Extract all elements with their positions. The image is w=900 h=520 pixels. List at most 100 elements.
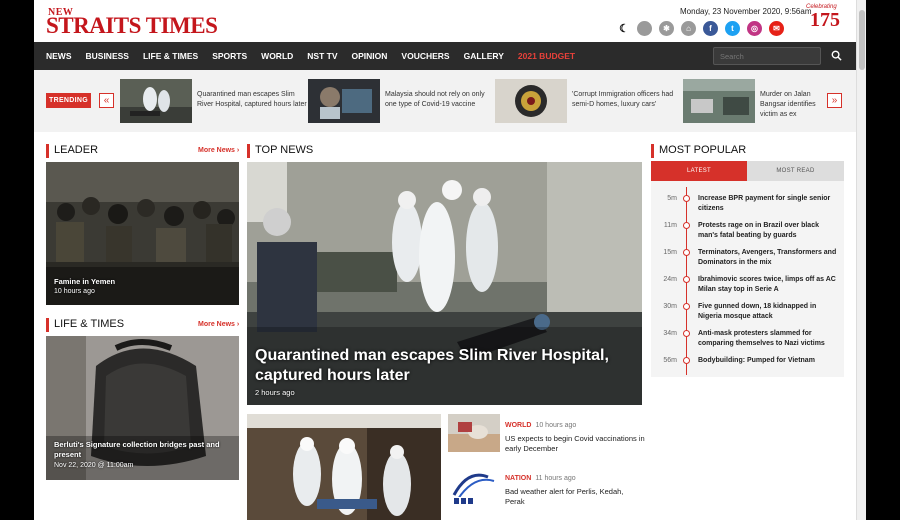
- trending-thumbnail: [495, 79, 567, 123]
- email-icon[interactable]: ✉: [769, 20, 784, 36]
- page-scrollbar[interactable]: [856, 0, 866, 520]
- item-headline: Protests rage on in Brazil over black ma…: [698, 222, 819, 239]
- life-times-time: Nov 22, 2020 @ 11:00am: [54, 462, 134, 469]
- item-time: 34m: [663, 330, 677, 337]
- trending-thumbnail: [683, 79, 755, 123]
- nav-opinion[interactable]: OPINION: [352, 51, 388, 61]
- item-time: 30m: [663, 303, 677, 310]
- item-headline: Increase BPR payment for single senior c…: [698, 195, 831, 212]
- leader-caption: Famine in Yemen: [54, 277, 116, 286]
- logo-main: STRAITS TIMES: [46, 13, 218, 38]
- nav-world[interactable]: WORLD: [261, 51, 293, 61]
- item-headline: Bodybuilding: Pumped for Vietnam: [698, 357, 815, 364]
- trending-bar: TRENDING « Quarantined man escapes Slim …: [34, 70, 856, 132]
- anniversary-number: 175: [810, 9, 840, 31]
- main-nav: NEWS BUSINESS LIFE & TIMES SPORTS WORLD …: [34, 42, 856, 70]
- item-time: 24m: [663, 276, 677, 283]
- trending-headline: 'Corrupt Immigration officers had semi-D…: [572, 91, 674, 108]
- tab-most-read[interactable]: MOST READ: [747, 161, 844, 181]
- more-news-link[interactable]: More News ›: [198, 147, 239, 154]
- most-popular-box: LATEST MOST READ 5m Increase BPR payment…: [651, 161, 844, 377]
- timeline-dot: [683, 249, 690, 256]
- timeline-dot: [683, 195, 690, 202]
- trending-headline: Murder on Jalan Bangsar identifies victi…: [760, 91, 816, 118]
- section-title: MOST POPULAR: [659, 144, 747, 156]
- dark-mode-icon[interactable]: ☾: [618, 21, 630, 36]
- met-logo-thumbnail: [448, 467, 500, 507]
- section-title: TOP NEWS: [255, 144, 314, 156]
- side-news-text: NATION 11 hours ago Bad weather alert for…: [505, 467, 655, 507]
- side-news-time: 10 hours ago: [535, 422, 577, 429]
- most-popular-tabs: LATEST MOST READ: [651, 161, 844, 181]
- twitter-icon[interactable]: t: [725, 20, 740, 36]
- section-title: LEADER: [54, 144, 99, 156]
- facebook-icon[interactable]: f: [703, 20, 718, 36]
- item-time: 11m: [663, 222, 677, 229]
- trending-prev-button[interactable]: «: [99, 93, 114, 108]
- trending-headline: Quarantined man escapes Slim River Hospi…: [197, 91, 307, 108]
- life-times-section-header: LIFE & TIMES More News ›: [46, 318, 239, 332]
- anniversary-badge: Celebrating 175: [806, 4, 844, 40]
- life-times-caption: Berluti's Signature collection bridges p…: [54, 440, 220, 459]
- trending-headline: Malaysia should not rely on only one typ…: [385, 91, 485, 108]
- trending-label: TRENDING: [46, 93, 91, 108]
- item-time: 56m: [663, 357, 677, 364]
- hero-headline: Quarantined man escapes Slim River Hospi…: [255, 347, 609, 384]
- item-headline: Terminators, Avengers, Transformers and …: [698, 249, 837, 266]
- item-time: 15m: [663, 249, 677, 256]
- item-time: 5m: [667, 195, 677, 202]
- side-news-category[interactable]: NATION: [505, 475, 531, 482]
- side-news-category[interactable]: WORLD: [505, 422, 531, 429]
- nav-gallery[interactable]: GALLERY: [464, 51, 504, 61]
- top-news-hero[interactable]: Quarantined man escapes Slim River Hospi…: [247, 162, 642, 405]
- nav-news[interactable]: NEWS: [46, 51, 72, 61]
- timeline-dot: [683, 330, 690, 337]
- masthead: NEW STRAITS TIMES Monday, 23 November 20…: [34, 0, 856, 42]
- apple-app-icon[interactable]: [637, 20, 652, 36]
- hero-time: 2 hours ago: [255, 388, 295, 397]
- android-app-icon[interactable]: ✱: [659, 20, 674, 36]
- trending-next-button[interactable]: »: [827, 93, 842, 108]
- timeline-dot: [683, 276, 690, 283]
- item-headline: Ibrahimovic scores twice, limps off as A…: [698, 276, 836, 293]
- secondary-image: [247, 414, 441, 520]
- item-headline: Anti-mask protesters slammed for compari…: [698, 330, 825, 347]
- tab-latest[interactable]: LATEST: [651, 161, 747, 181]
- side-news-text: WORLD 10 hours ago US expects to begin Co…: [505, 414, 655, 454]
- leader-time: 10 hours ago: [54, 288, 95, 295]
- side-news-title: US expects to begin Covid vaccinations i…: [505, 434, 645, 453]
- top-news-secondary-card[interactable]: [247, 414, 441, 520]
- most-popular-section-header: MOST POPULAR: [651, 144, 844, 158]
- timeline-dot: [683, 222, 690, 229]
- leader-card[interactable]: Famine in Yemen 10 hours ago: [46, 162, 239, 305]
- current-date: Monday, 23 November 2020, 9:56am: [680, 7, 812, 16]
- instagram-icon[interactable]: ◎: [747, 20, 762, 36]
- item-headline: Five gunned down, 18 kidnapped in Nigeri…: [698, 303, 817, 320]
- search-icon[interactable]: [831, 50, 842, 61]
- scrollbar-thumb[interactable]: [859, 10, 865, 70]
- search-input[interactable]: [713, 47, 821, 65]
- nav-2021-budget[interactable]: 2021 BUDGET: [518, 51, 575, 61]
- nav-nst-tv[interactable]: NST TV: [307, 51, 337, 61]
- side-news-meta: NATION 11 hours ago: [505, 467, 655, 485]
- top-news-section-header: TOP NEWS: [247, 144, 642, 158]
- nav-sports[interactable]: SPORTS: [212, 51, 247, 61]
- more-news-link[interactable]: More News ›: [198, 321, 239, 328]
- trending-thumbnail: [120, 79, 192, 123]
- section-title: LIFE & TIMES: [54, 318, 125, 330]
- life-times-card[interactable]: Berluti's Signature collection bridges p…: [46, 336, 239, 480]
- trending-thumbnail: [308, 79, 380, 123]
- header-icons: ☾ ✱ ⌂ f t ◎ ✉: [618, 20, 784, 36]
- nav-vouchers[interactable]: VOUCHERS: [401, 51, 449, 61]
- timeline-dot: [683, 357, 690, 364]
- leader-section-header: LEADER More News ›: [46, 144, 239, 158]
- nav-business[interactable]: BUSINESS: [86, 51, 129, 61]
- side-news-time: 11 hours ago: [535, 475, 576, 482]
- side-news-title: Bad weather alert for Perlis, Kedah, Per…: [505, 487, 624, 506]
- home-icon[interactable]: ⌂: [681, 20, 696, 36]
- page: NEW STRAITS TIMES Monday, 23 November 20…: [34, 0, 856, 520]
- nav-life-times[interactable]: LIFE & TIMES: [143, 51, 198, 61]
- side-news-meta: WORLD 10 hours ago: [505, 414, 655, 432]
- timeline-dot: [683, 303, 690, 310]
- side-news-thumbnail: [448, 414, 500, 452]
